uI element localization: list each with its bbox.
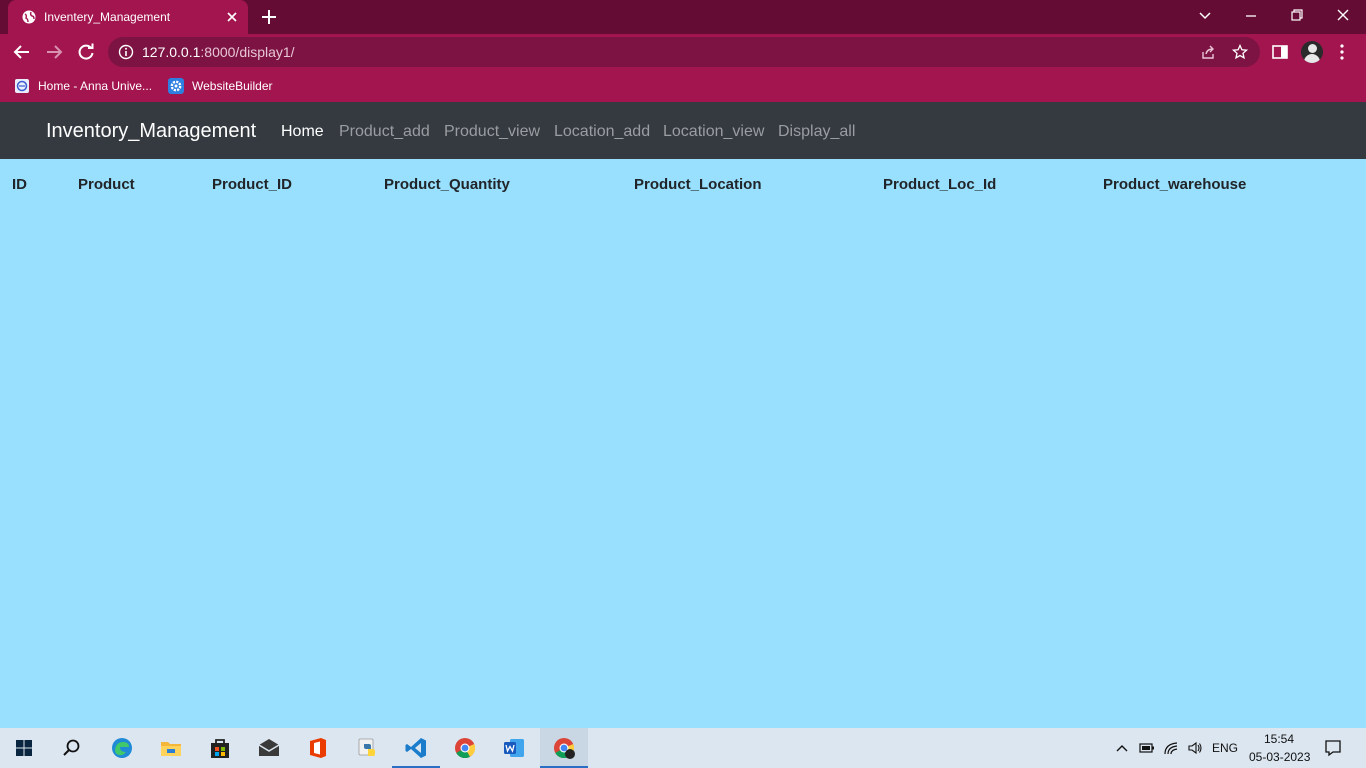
column-header-product-loc-id: Product_Loc_Id bbox=[883, 176, 997, 193]
minimize-icon[interactable] bbox=[1240, 6, 1262, 26]
navbar-brand[interactable]: Inventory_Management bbox=[46, 120, 256, 143]
column-header-product: Product bbox=[78, 176, 135, 193]
globe-icon bbox=[22, 10, 36, 24]
taskbar-mail[interactable] bbox=[245, 728, 293, 768]
taskbar-edge[interactable] bbox=[98, 728, 146, 768]
taskbar-office[interactable] bbox=[294, 728, 342, 768]
chrome-icon bbox=[455, 738, 476, 759]
search-icon bbox=[63, 739, 80, 756]
start-icon bbox=[16, 740, 32, 756]
office-icon bbox=[310, 738, 326, 758]
column-header-product-location: Product_Location bbox=[634, 176, 762, 193]
nav-link-product-add[interactable]: Product_add bbox=[339, 123, 430, 141]
taskbar-store[interactable] bbox=[196, 728, 244, 768]
back-icon[interactable] bbox=[12, 42, 32, 62]
bookmark-label: Home - Anna Unive... bbox=[38, 79, 153, 93]
url-path: :8000/display1/ bbox=[200, 44, 295, 60]
bookmark-anna-university[interactable]: Home - Anna Unive... bbox=[14, 76, 152, 96]
reload-icon[interactable] bbox=[76, 42, 96, 62]
python-icon bbox=[358, 738, 375, 756]
tab-title: Inventery_Management bbox=[44, 10, 171, 24]
clock-time[interactable]: 15:54 bbox=[1264, 732, 1294, 746]
vscode-icon bbox=[405, 738, 426, 758]
browser-tab[interactable]: Inventery_Management bbox=[8, 0, 248, 34]
notifications-icon[interactable] bbox=[1324, 739, 1342, 757]
nav-link-location-add[interactable]: Location_add bbox=[554, 123, 650, 141]
taskbar-python[interactable] bbox=[343, 728, 391, 768]
profile-avatar[interactable] bbox=[1301, 41, 1323, 63]
store-icon bbox=[211, 739, 229, 758]
taskbar-chrome[interactable] bbox=[441, 728, 489, 768]
side-panel-icon[interactable] bbox=[1270, 42, 1290, 62]
battery-icon[interactable] bbox=[1139, 740, 1155, 756]
restore-icon[interactable] bbox=[1286, 6, 1308, 26]
bookmark-star-icon[interactable] bbox=[1232, 44, 1248, 60]
address-bar[interactable]: 127.0.0.1:8000/display1/ bbox=[108, 37, 1260, 67]
site-navbar: Inventory_Management Home Product_add Pr… bbox=[0, 102, 1366, 159]
word-icon bbox=[504, 739, 524, 757]
nav-link-product-view[interactable]: Product_view bbox=[444, 123, 540, 141]
column-header-product-warehouse: Product_warehouse bbox=[1103, 176, 1247, 193]
close-window-icon[interactable] bbox=[1332, 6, 1354, 26]
taskbar-chrome-profile[interactable] bbox=[540, 728, 588, 768]
edge-icon bbox=[112, 738, 132, 758]
forward-icon[interactable] bbox=[44, 42, 64, 62]
clock-date[interactable]: 05-03-2023 bbox=[1249, 750, 1310, 764]
browser-toolbar: 127.0.0.1:8000/display1/ bbox=[0, 34, 1366, 70]
start-button[interactable] bbox=[0, 728, 48, 768]
browser-tab-strip: Inventery_Management bbox=[0, 0, 1366, 34]
site-info-icon[interactable] bbox=[118, 44, 134, 60]
anna-university-favicon-icon bbox=[15, 79, 29, 93]
wifi-icon[interactable] bbox=[1163, 740, 1179, 756]
url-host: 127.0.0.1 bbox=[142, 44, 201, 60]
taskbar-vscode[interactable] bbox=[392, 728, 440, 768]
mail-icon bbox=[258, 739, 280, 756]
gear-icon bbox=[168, 78, 184, 94]
url-text: 127.0.0.1:8000/display1/ bbox=[142, 44, 295, 60]
chrome-profile-icon bbox=[554, 738, 575, 759]
taskbar-file-explorer[interactable] bbox=[147, 728, 195, 768]
bookmarks-bar: Home - Anna Unive... WebsiteBuilder bbox=[0, 70, 1366, 102]
nav-link-location-view[interactable]: Location_view bbox=[663, 123, 764, 141]
nav-link-home[interactable]: Home bbox=[281, 123, 324, 141]
avatar-head bbox=[1308, 44, 1317, 53]
show-hidden-icons-icon[interactable] bbox=[1114, 740, 1130, 756]
volume-icon[interactable] bbox=[1187, 740, 1203, 756]
taskbar-word[interactable] bbox=[490, 728, 538, 768]
taskbar-search-button[interactable] bbox=[48, 728, 96, 768]
avatar-body bbox=[1304, 54, 1320, 63]
nav-link-display-all[interactable]: Display_all bbox=[778, 123, 855, 141]
bookmark-websitebuilder[interactable]: WebsiteBuilder bbox=[168, 76, 272, 96]
share-icon[interactable] bbox=[1200, 44, 1216, 60]
bookmark-label: WebsiteBuilder bbox=[192, 79, 273, 93]
input-language[interactable]: ENG bbox=[1212, 741, 1238, 755]
new-tab-icon[interactable] bbox=[260, 8, 278, 26]
close-tab-icon[interactable] bbox=[224, 9, 240, 25]
column-header-product-id: Product_ID bbox=[212, 176, 293, 193]
column-header-id: ID bbox=[12, 176, 27, 193]
windows-taskbar: ENG 15:54 05-03-2023 bbox=[0, 728, 1366, 768]
file-explorer-icon bbox=[161, 742, 181, 756]
column-header-product-quantity: Product_Quantity bbox=[384, 176, 510, 193]
more-menu-icon[interactable] bbox=[1332, 42, 1352, 62]
tab-search-icon[interactable] bbox=[1194, 6, 1216, 26]
page-viewport: Inventory_Management Home Product_add Pr… bbox=[0, 102, 1366, 728]
